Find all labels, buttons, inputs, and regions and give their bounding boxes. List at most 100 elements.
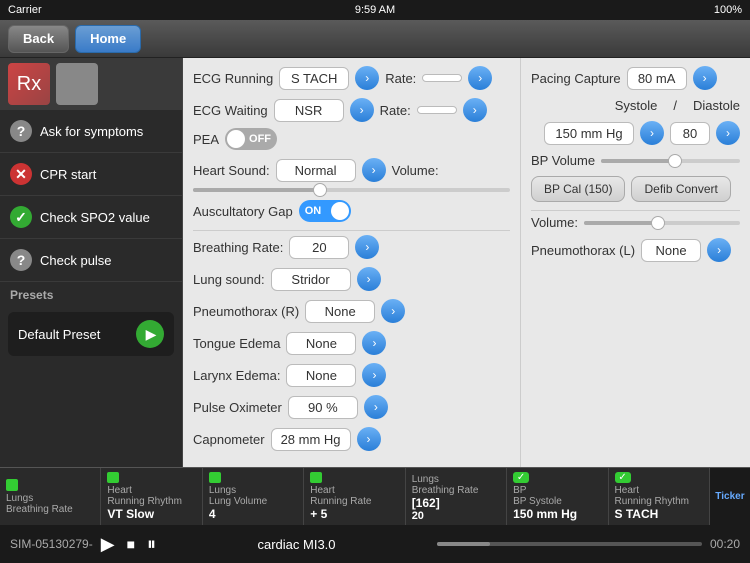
pacing-capture-value: 80 mA	[627, 67, 687, 90]
defib-convert-button[interactable]: Defib Convert	[631, 176, 730, 202]
play-button[interactable]: ▶	[101, 534, 115, 555]
systole-arrow[interactable]: ›	[640, 121, 664, 145]
larynx-edema-arrow[interactable]: ›	[362, 363, 386, 387]
bottom-ticker: Lungs Breathing Rate Heart Running Rhyth…	[0, 467, 750, 525]
pneumo-l-arrow[interactable]: ›	[707, 238, 731, 262]
ticker-label-running-rhythm2: Running Rhythm	[615, 496, 689, 507]
player-progress[interactable]	[437, 542, 702, 546]
avatar-area: Rx	[0, 58, 182, 110]
ticker-label-lung-volume: Lung Volume	[209, 496, 267, 507]
check-spo2-label: Check SPO2 value	[40, 210, 150, 225]
pneumo-r-arrow[interactable]: ›	[381, 299, 405, 323]
rate-label2: Rate:	[380, 103, 411, 118]
player-title: cardiac MI3.0	[164, 537, 429, 552]
lung-sound-arrow[interactable]: ›	[357, 267, 381, 291]
tongue-edema-row: Tongue Edema None ›	[193, 331, 510, 355]
volume-thumb[interactable]	[651, 216, 665, 230]
capnometer-label: Capnometer	[193, 432, 265, 447]
pneumo-r-row: Pneumothorax (R) None ›	[193, 299, 510, 323]
ecg-waiting-rate-arrow[interactable]: ›	[463, 98, 487, 122]
bp-volume-slider[interactable]	[601, 159, 740, 163]
bp-cal-button[interactable]: BP Cal (150)	[531, 176, 625, 202]
volume-label-r: Volume:	[531, 215, 578, 230]
carrier-label: Carrier	[8, 4, 42, 16]
heart-sound-arrow[interactable]: ›	[362, 158, 386, 182]
pacing-capture-arrow[interactable]: ›	[693, 66, 717, 90]
breathing-rate-arrow[interactable]: ›	[355, 235, 379, 259]
ticker-label-bp-systole: BP Systole	[513, 496, 562, 507]
pneumo-l-value: None	[641, 239, 701, 262]
ecg-waiting-label: ECG Waiting	[193, 103, 268, 118]
sidebar-item-check-pulse[interactable]: ? Check pulse	[0, 239, 182, 282]
rate-label1: Rate:	[385, 71, 416, 86]
ecg-running-arrow[interactable]: ›	[355, 66, 379, 90]
pause-button[interactable]: ⏸	[147, 534, 156, 555]
lung-sound-row: Lung sound: Stridor ›	[193, 267, 510, 291]
ecg-waiting-row: ECG Waiting NSR › Rate: › PEA OFF	[193, 98, 510, 150]
capnometer-arrow[interactable]: ›	[357, 427, 381, 451]
x-icon: ✕	[10, 163, 32, 185]
ticker-breathing-val: [162]	[412, 496, 440, 510]
bp-volume-thumb[interactable]	[668, 154, 682, 168]
ticker-stach-val: S TACH	[615, 507, 659, 521]
pea-knob	[227, 130, 245, 148]
ticker-lungs-breathing: Lungs Breathing Rate	[0, 468, 101, 525]
ticker-label-breathing2: Breathing Rate	[412, 485, 479, 496]
ecg-running-rate-arrow[interactable]: ›	[468, 66, 492, 90]
capnometer-row: Capnometer 28 mm Hg ›	[193, 427, 510, 451]
sidebar-item-ask-symptoms[interactable]: ? Ask for symptoms	[0, 110, 182, 153]
battery-label: 100%	[714, 4, 742, 16]
player-bar: SIM-05130279- ▶ ■ ⏸ cardiac MI3.0 00:20	[0, 525, 750, 563]
pneumo-r-label: Pneumothorax (R)	[193, 304, 299, 319]
nav-bar: Back Home	[0, 20, 750, 58]
ticker-logo-text: Ticker	[715, 491, 744, 502]
heart-sound-row: Heart Sound: Normal › Volume:	[193, 158, 510, 192]
ticker-label-bp: BP	[513, 485, 526, 496]
home-button[interactable]: Home	[75, 25, 141, 53]
heart-sound-slider[interactable]	[193, 188, 510, 192]
ticker-label-running-rate: Running Rate	[310, 496, 371, 507]
pea-label: PEA	[193, 132, 219, 147]
question2-icon: ?	[10, 249, 32, 271]
back-button[interactable]: Back	[8, 25, 69, 53]
ticker-green1	[6, 479, 18, 491]
check-pulse-label: Check pulse	[40, 253, 112, 268]
divider2	[531, 210, 740, 211]
diastole-arrow[interactable]: ›	[716, 121, 740, 145]
pea-area: PEA OFF	[193, 128, 277, 150]
systole-label: Systole	[615, 98, 658, 113]
breathing-rate-row: Breathing Rate: 20 ›	[193, 235, 510, 259]
avatar2	[56, 63, 98, 105]
ecg-running-rate	[422, 74, 462, 82]
sidebar-item-check-spo2[interactable]: ✓ Check SPO2 value	[0, 196, 182, 239]
pneumo-l-label: Pneumothorax (L)	[531, 243, 635, 258]
pea-toggle[interactable]: OFF	[225, 128, 277, 150]
main-content: ECG Running S TACH › Rate: › ECG Waiting…	[183, 58, 520, 467]
auscultatory-toggle[interactable]: ON	[299, 200, 351, 222]
ticker-heart-rhythm2: ✓ Heart Running Rhythm S TACH	[609, 468, 710, 525]
player-controls: ▶ ■ ⏸	[101, 534, 156, 555]
ecg-waiting-arrow[interactable]: ›	[350, 98, 374, 122]
ecg-running-label: ECG Running	[193, 71, 273, 86]
main-layout: Rx ? Ask for symptoms ✕ CPR start ✓ Chec…	[0, 58, 750, 467]
preset-play-button[interactable]: ▶	[136, 320, 164, 348]
pea-toggle-label: OFF	[249, 133, 271, 145]
ecg-waiting-rate	[417, 106, 457, 114]
auscultatory-label: Auscultatory Gap	[193, 204, 293, 219]
ticker-label-lungs1: Lungs	[6, 493, 33, 504]
ticker-vt-slow: VT Slow	[107, 507, 154, 521]
pulse-oximeter-arrow[interactable]: ›	[364, 395, 388, 419]
sidebar-item-cpr-start[interactable]: ✕ CPR start	[0, 153, 182, 196]
systole-value: 150 mm Hg	[544, 122, 634, 145]
preset-name: Default Preset	[18, 327, 100, 342]
lung-sound-value: Stridor	[271, 268, 351, 291]
volume-slider[interactable]	[584, 221, 740, 225]
breathing-rate-value: 20	[289, 236, 349, 259]
pulse-oximeter-row: Pulse Oximeter 90 % ›	[193, 395, 510, 419]
tongue-edema-arrow[interactable]: ›	[362, 331, 386, 355]
ticker-heart-rate: Heart Running Rate + 5	[304, 468, 405, 525]
ticker-green2	[107, 472, 119, 483]
stop-button[interactable]: ■	[127, 536, 135, 552]
ticker-lungs-breathing2: Lungs Breathing Rate [162] 20	[406, 468, 507, 525]
heart-sound-thumb[interactable]	[313, 183, 327, 197]
